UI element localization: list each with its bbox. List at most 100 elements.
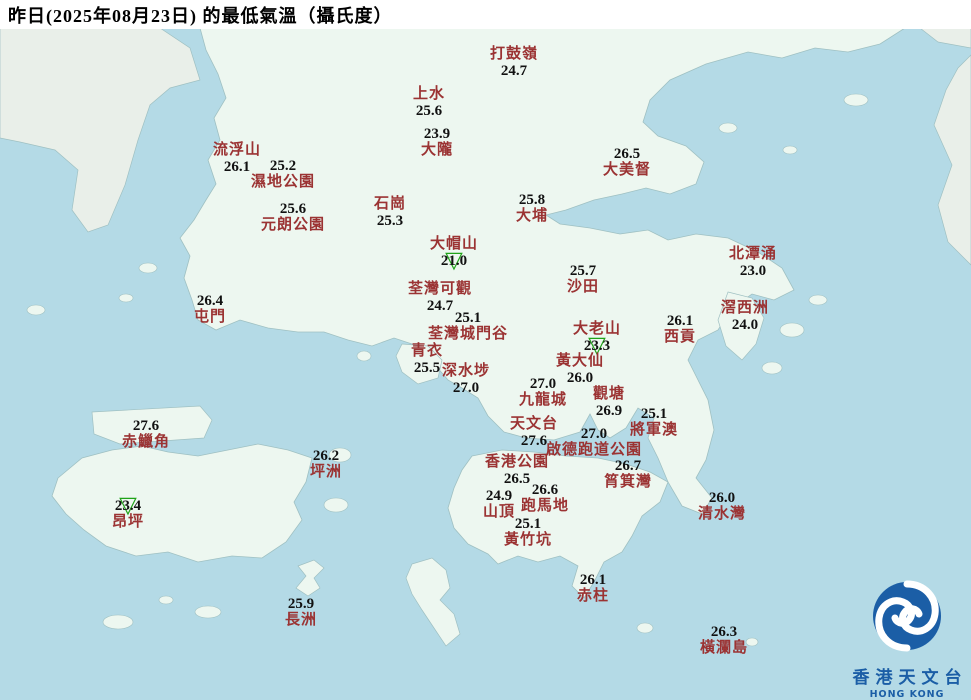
station-temperature-value: 25.1 [504,516,552,532]
station-temperature-value: 25.7 [567,263,599,279]
station-name-label: 筲箕灣 [603,474,653,490]
station: 26.1 西貢 [664,313,696,346]
station: 25.8 大埔 [516,192,548,225]
station-temperature-value: 25.2 [251,158,315,174]
temperature-number: 26.2 [312,448,340,464]
station: 25.7 沙田 [567,263,599,296]
station-name-label: 香港公園 [484,454,550,470]
station-temperature-value: 25.6 [413,103,445,119]
temperature-number: 25.1 [454,310,482,326]
station-name-label: 長洲 [284,612,318,628]
temperature-number: 27.0 [452,380,480,396]
station-name-label: 赤柱 [576,588,610,604]
station-temperature-value: 25.8 [516,192,548,208]
station-temperature-value: 26.0 [698,490,746,506]
station-name-label: 坪洲 [309,464,343,480]
temperature-number: 27.0 [580,426,608,442]
station-temperature-value: 26.9 [593,403,625,419]
station-temperature-value: 27.6 [122,418,170,434]
temperature-number: 25.1 [640,406,668,422]
temperature-number: 26.3 [710,624,738,640]
temperature-number: 27.0 [529,376,557,392]
station-temperature-value: 23.9 [421,126,453,142]
station-temperature-value: 25.5 [411,360,443,376]
station-name-label: 打鼓嶺 [489,46,539,62]
station-temperature-value: 25.1 [630,406,678,422]
station-temperature-value: 27.0 [442,380,490,396]
station: 23.9 大隴 [421,126,453,159]
hko-logo-name-english: HONG KONG OBSERVATORY [869,689,945,700]
station-name-label: 觀塘 [592,386,626,402]
station-name-label: 上水 [412,86,446,102]
temperature-number: 26.0 [708,490,736,506]
station-name-label: 元朗公園 [260,217,326,233]
temperature-number: 24.0 [731,317,759,333]
temperature-number: 26.5 [613,146,641,162]
temperature-number: 27.6 [520,433,548,449]
station: 27.0 啟德跑道公園 [546,426,642,459]
temperature-number: 25.3 [376,213,404,229]
station-temperature-value: 26.1 [664,313,696,329]
station: 大帽山 ▽ 21.0 [430,236,478,272]
hko-min-temperature-map-page: 打鼓嶺 24.7 上水 25.6 23.9 大隴 流浮山 26.1 25.2 濕地公園 26.5 大美… [0,0,971,700]
station: 27.6 赤鱲角 [122,418,170,451]
station: 25.2 濕地公園 [251,158,315,191]
title-bar: 昨日(2025年08月23日) 的最低氣溫（攝氏度） [0,0,971,29]
station-name-label: 九龍城 [518,392,568,408]
temperature-number: 23.4 [114,498,142,514]
station: 26.1 赤柱 [577,572,609,605]
station-temperature-value: 26.6 [521,482,569,498]
station: 26.3 橫瀾島 [700,624,748,657]
temperature-number: 25.6 [279,201,307,217]
temperature-number: 23.9 [423,126,451,142]
station-temperature-value: 26.5 [603,146,651,162]
temperature-number: 25.8 [518,192,546,208]
station-temperature-value: 23.0 [729,263,777,279]
station-temperature-value: 24.7 [490,63,538,79]
station-name-label: 石崗 [373,196,407,212]
station-temperature-value: ▽ 23.4 [112,494,144,517]
temperature-number: 26.6 [531,482,559,498]
temperature-number: 26.1 [579,572,607,588]
temperature-number: 26.0 [566,370,594,386]
station-temperature-value: 25.1 [428,310,508,326]
temperature-number: 26.1 [666,313,694,329]
station: 滘西洲 24.0 [721,300,769,333]
temperature-number: 26.4 [196,293,224,309]
station-name-label: 跑馬地 [520,498,570,514]
station: 26.0 清水灣 [698,490,746,523]
station-name-label: 啟德跑道公園 [545,442,643,458]
station: 25.9 長洲 [285,596,317,629]
station-name-label: 大美督 [602,162,652,178]
station-name-label: 清水灣 [697,506,747,522]
temperature-number: 26.7 [614,458,642,474]
station: 26.7 筲箕灣 [604,458,652,491]
temperature-number: 23.3 [583,338,611,354]
station: 大老山 ▽ 23.3 [573,321,621,357]
station-temperature-value: 26.7 [604,458,652,474]
stations-layer: 打鼓嶺 24.7 上水 25.6 23.9 大隴 流浮山 26.1 25.2 濕地公園 26.5 大美… [0,0,971,700]
station-name-label: 青衣 [410,343,444,359]
station-temperature-value: 25.6 [261,201,325,217]
station-temperature-value: 24.9 [483,488,515,504]
station-name-label: 西貢 [663,329,697,345]
station-name-label: 黃竹坑 [503,532,553,548]
station: 26.2 坪洲 [310,448,342,481]
station-name-label: 濕地公園 [250,174,316,190]
station-temperature-value: 26.1 [577,572,609,588]
station-temperature-value: 27.0 [546,426,642,442]
page-title: 昨日(2025年08月23日) 的最低氣溫（攝氏度） [8,5,393,26]
station-temperature-value: ▽ 23.3 [573,334,621,357]
station-name-label: 橫瀾島 [699,640,749,656]
station-name-label: 大隴 [420,142,454,158]
temperature-number: 24.9 [485,488,513,504]
station: 25.1 黃竹坑 [504,516,552,549]
station: 26.4 屯門 [194,293,226,326]
temperature-number: 25.6 [415,103,443,119]
station: 上水 25.6 [413,86,445,119]
hko-logo-icon [873,580,941,652]
station: 深水埗 27.0 [442,363,490,396]
station-name-label: 北潭涌 [728,246,778,262]
station: 青衣 25.5 [411,343,443,376]
temperature-number: 25.1 [514,516,542,532]
